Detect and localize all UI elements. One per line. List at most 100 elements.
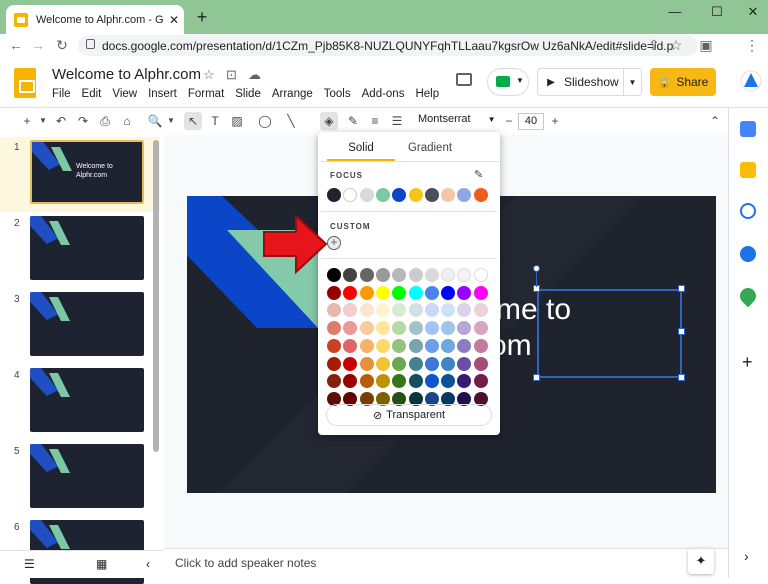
comments-icon[interactable] <box>456 73 472 86</box>
tab-gradient[interactable]: Gradient <box>405 142 455 154</box>
color-swatch[interactable] <box>457 285 472 300</box>
color-swatch[interactable] <box>343 338 358 353</box>
new-slide-dropdown-icon[interactable]: ▼ <box>34 112 52 130</box>
color-swatch[interactable] <box>424 285 439 300</box>
color-swatch[interactable] <box>473 338 488 353</box>
explore-icon[interactable]: ✦ <box>688 548 714 574</box>
maximize-button[interactable]: ☐ <box>702 4 732 20</box>
calendar-icon[interactable] <box>740 121 756 137</box>
image-icon[interactable]: ▨ <box>228 112 246 130</box>
color-swatch[interactable] <box>327 268 341 282</box>
color-swatch[interactable] <box>473 268 488 282</box>
color-swatch[interactable] <box>441 356 456 371</box>
tasks-icon[interactable] <box>740 203 756 219</box>
menu-view[interactable]: View <box>112 88 137 100</box>
expand-sidepanel-icon[interactable]: › <box>744 548 749 564</box>
selection-box[interactable] <box>537 289 682 378</box>
color-swatch[interactable] <box>375 268 390 282</box>
color-swatch[interactable] <box>375 356 390 371</box>
color-swatch[interactable] <box>392 285 407 300</box>
slide-thumbnail[interactable]: Welcome to Alphr.com <box>30 140 144 204</box>
line-icon[interactable]: ╲ <box>282 112 300 130</box>
text-box-icon[interactable]: T <box>206 112 224 130</box>
resize-handle[interactable] <box>533 374 540 381</box>
color-swatch[interactable] <box>473 374 488 389</box>
color-swatch[interactable] <box>375 374 390 389</box>
fill-color-icon[interactable]: ◈ <box>320 112 338 130</box>
grid-view-icon[interactable]: ▦ <box>96 557 107 571</box>
border-dash-icon[interactable]: ☰ <box>388 112 406 130</box>
color-swatch[interactable] <box>473 321 488 336</box>
menu-addons[interactable]: Add-ons <box>362 88 405 100</box>
reload-icon[interactable]: ↻ <box>52 37 72 54</box>
color-swatch[interactable] <box>408 268 423 282</box>
color-swatch[interactable] <box>473 188 488 202</box>
color-swatch[interactable] <box>375 338 390 353</box>
color-swatch[interactable] <box>441 285 456 300</box>
contacts-icon[interactable] <box>740 246 756 262</box>
cloud-status-icon[interactable]: ☁ <box>248 67 261 83</box>
slideshow-dropdown-icon[interactable]: ▼ <box>623 69 641 95</box>
border-weight-icon[interactable]: ≡ <box>366 112 384 130</box>
slide-thumbnail[interactable] <box>30 444 144 508</box>
list-view-icon[interactable]: ☰ <box>24 557 35 571</box>
resize-handle[interactable] <box>678 328 685 335</box>
new-tab-button[interactable]: + <box>192 7 212 28</box>
color-swatch[interactable] <box>375 285 390 300</box>
color-swatch[interactable] <box>424 321 439 336</box>
slideshow-button[interactable]: ▶ Slideshow ▼ <box>537 68 642 96</box>
select-icon[interactable]: ↖ <box>184 112 202 130</box>
color-swatch[interactable] <box>327 188 341 202</box>
color-swatch[interactable] <box>327 356 341 371</box>
color-swatch[interactable] <box>424 374 439 389</box>
color-swatch[interactable] <box>424 268 439 282</box>
menu-file[interactable]: File <box>52 88 71 100</box>
color-swatch[interactable] <box>408 338 423 353</box>
color-swatch[interactable] <box>408 321 423 336</box>
transparent-button[interactable]: ⊘ Transparent <box>326 404 492 426</box>
bookmark-star-icon[interactable]: ☆ <box>666 37 686 54</box>
color-swatch[interactable] <box>392 356 407 371</box>
color-swatch[interactable] <box>375 321 390 336</box>
color-swatch[interactable] <box>441 338 456 353</box>
sidepanel-icon[interactable]: ▣ <box>696 37 716 54</box>
move-folder-icon[interactable]: ⊡ <box>226 67 237 83</box>
font-selector[interactable]: Montserrat ▼ <box>418 113 496 125</box>
slide-thumbnail[interactable] <box>30 216 144 280</box>
color-swatch[interactable] <box>408 374 423 389</box>
decrease-font-icon[interactable]: − <box>500 112 518 130</box>
color-swatch[interactable] <box>327 321 341 336</box>
color-swatch[interactable] <box>424 356 439 371</box>
shape-icon[interactable]: ◯ <box>256 112 274 130</box>
menu-insert[interactable]: Insert <box>148 88 177 100</box>
menu-slide[interactable]: Slide <box>235 88 261 100</box>
color-swatch[interactable] <box>359 285 374 300</box>
undo-icon[interactable]: ↶ <box>52 112 70 130</box>
url-bar[interactable]: docs.google.com/presentation/d/1CZm_Pjb8… <box>78 35 698 56</box>
edit-theme-icon[interactable]: ✎ <box>474 168 483 181</box>
resize-handle[interactable] <box>678 374 685 381</box>
menu-tools[interactable]: Tools <box>324 88 351 100</box>
color-swatch[interactable] <box>359 356 374 371</box>
color-swatch[interactable] <box>359 268 374 282</box>
color-swatch[interactable] <box>343 285 358 300</box>
minimize-button[interactable]: — <box>660 4 690 19</box>
color-swatch[interactable] <box>424 338 439 353</box>
back-icon[interactable]: ← <box>6 37 26 53</box>
color-swatch[interactable] <box>375 188 390 202</box>
browser-tab[interactable]: Welcome to Alphr.com - Google ✕ <box>6 5 184 34</box>
slide-thumbnail[interactable] <box>30 368 144 432</box>
color-swatch[interactable] <box>359 321 374 336</box>
account-avatar[interactable] <box>740 70 762 92</box>
print-icon[interactable]: ⎙ <box>96 112 114 130</box>
tab-close-icon[interactable]: ✕ <box>164 13 184 27</box>
color-swatch[interactable] <box>359 303 374 318</box>
menu-edit[interactable]: Edit <box>82 88 102 100</box>
zoom-dropdown-icon[interactable]: ▼ <box>162 112 180 130</box>
color-swatch[interactable] <box>359 374 374 389</box>
color-swatch[interactable] <box>359 188 374 202</box>
window-close-button[interactable]: ✕ <box>738 4 768 20</box>
redo-icon[interactable]: ↷ <box>74 112 92 130</box>
color-swatch[interactable] <box>473 285 488 300</box>
share-page-icon[interactable]: ⇪ <box>644 37 664 54</box>
